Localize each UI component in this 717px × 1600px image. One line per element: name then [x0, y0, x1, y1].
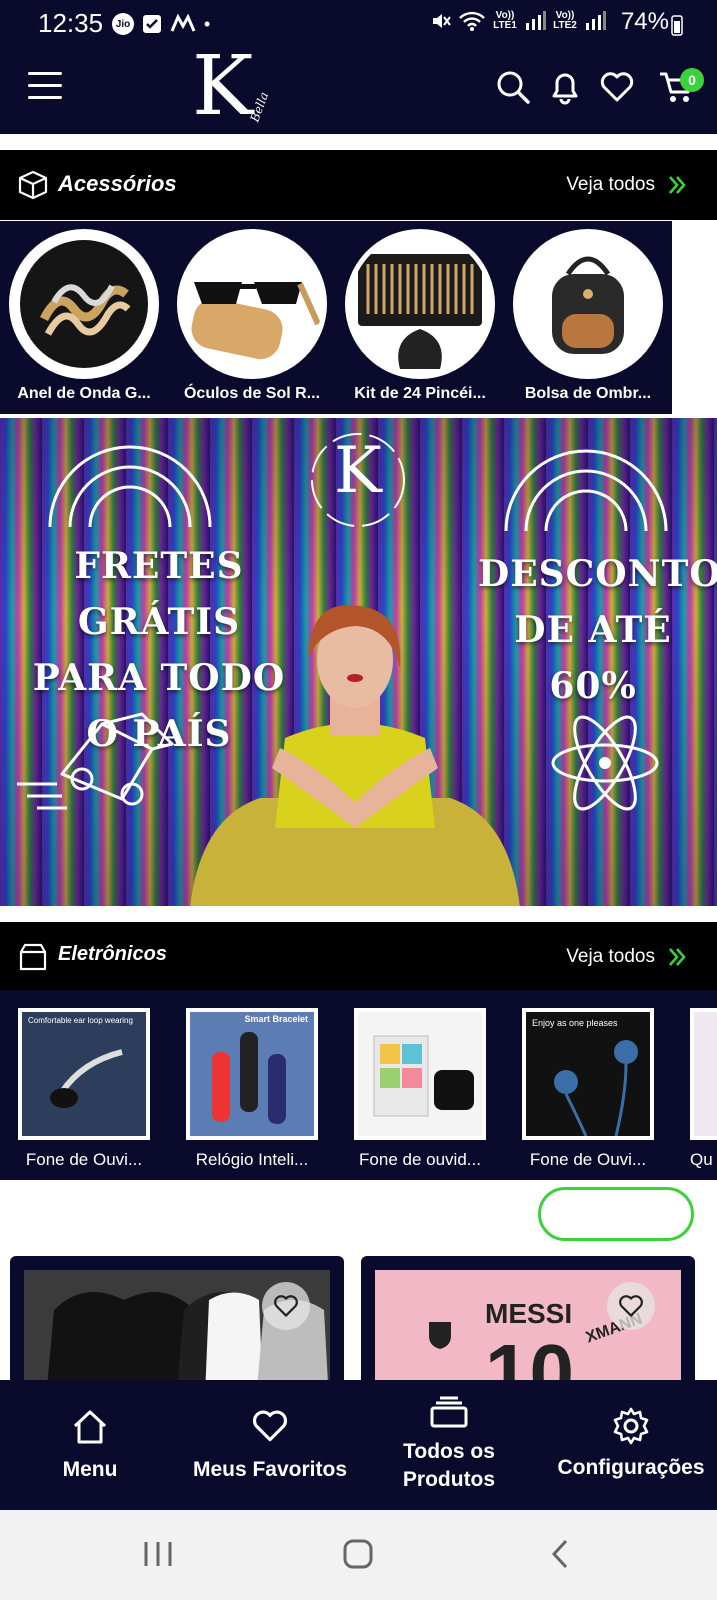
hamburger-menu-icon[interactable] [28, 72, 62, 102]
item-label: Bolsa de Ombr... [524, 385, 652, 402]
status-time: 12:35 [38, 8, 104, 38]
nav-settings[interactable]: Configurações [548, 1380, 714, 1510]
signal-arcs-right-icon [504, 449, 668, 532]
home-button-icon[interactable] [342, 1538, 374, 1570]
product-thumbnail [354, 1008, 486, 1140]
volte1-label: Vo)) LTE1 [493, 10, 517, 31]
item-label: Fone de ouvid... [359, 1150, 481, 1169]
nav-menu[interactable]: Menu [40, 1380, 140, 1510]
signal1-icon [526, 11, 546, 30]
nav-label: Meus Favoritos [192, 1458, 348, 1481]
check-icon [143, 15, 161, 33]
accessories-section-header: Acessórios Veja todos [0, 150, 717, 220]
product-thumbnail [690, 1008, 717, 1140]
product-thumbnail: Enjoy as one pleases [522, 1008, 654, 1140]
product-thumbnail [9, 229, 159, 379]
m-icon [170, 14, 196, 32]
accessory-item[interactable]: Kit de 24 Pincéi... [345, 229, 495, 403]
heart-icon [274, 1295, 298, 1317]
electronics-carousel[interactable]: Comfortable ear loop wearing Fone de Ouv… [0, 990, 717, 1180]
status-right-icons: Vo)) LTE1 Vo)) LTE2 [430, 10, 606, 32]
bell-icon[interactable] [546, 68, 584, 106]
double-chevron-right-icon[interactable] [667, 174, 687, 196]
product-thumbnail [345, 229, 495, 379]
product-thumbnail: Smart Bracelet [186, 1008, 318, 1140]
back-icon[interactable] [548, 1538, 572, 1570]
battery-icon [671, 15, 683, 36]
thumb-caption: Comfortable ear loop wearing [28, 1016, 133, 1025]
status-dot: • [204, 13, 211, 34]
electronics-section-header: Eletrônicos Veja todos [0, 922, 717, 992]
thumb-caption: Enjoy as one pleases [532, 1018, 618, 1028]
brand-logo[interactable]: K Bella [186, 39, 276, 134]
item-label: Relógio Inteli... [195, 1150, 309, 1169]
open-box-icon [19, 943, 47, 971]
item-label: Fone de Ouvi... [529, 1150, 647, 1169]
section-title: Acessórios [58, 171, 177, 196]
system-navigation-bar [0, 1510, 717, 1600]
promo-banner[interactable]: K FRETES GRÁTIS PARA TODO O PAÍS DESCONT… [0, 418, 717, 906]
gear-icon [613, 1407, 649, 1445]
see-all-link[interactable]: Veja todos [566, 174, 655, 196]
jersey-text: MESSI [485, 1298, 573, 1329]
delivery-truck-icon [17, 712, 174, 810]
banner-right-line1: DESCONTOS [478, 553, 717, 595]
item-label: Qu [690, 1150, 713, 1169]
shield-icon [429, 1322, 451, 1349]
banner-logo-letter: K [334, 434, 382, 508]
nav-all-products[interactable]: Todos os Produtos [384, 1380, 514, 1510]
bottom-navigation: Menu Meus Favoritos Todos os Produtos Co… [0, 1380, 717, 1510]
product-thumbnail [513, 229, 663, 379]
signal-arcs-left-icon [48, 445, 212, 528]
nav-label: Configurações [557, 1456, 705, 1479]
heart-icon [253, 1410, 287, 1442]
status-bar: 12:35 Jio • Vo)) LTE1 Vo)) LTE2 74% [0, 0, 717, 48]
see-all-link[interactable]: Veja todos [566, 946, 655, 968]
heart-icon[interactable] [598, 68, 636, 106]
accessory-item[interactable]: Bolsa de Ombr... [513, 229, 663, 403]
cart-count-badge: 0 [680, 68, 704, 92]
search-icon[interactable] [494, 68, 532, 106]
mute-icon [433, 14, 451, 28]
electronic-item[interactable]: Enjoy as one pleases Fone de Ouvi... [522, 1008, 654, 1170]
notification-icons: Jio • [112, 12, 210, 36]
model-photo [190, 605, 520, 906]
recent-apps-icon[interactable] [142, 1538, 174, 1570]
favorite-button[interactable] [262, 1282, 310, 1330]
nav-label-line1: Todos os [403, 1440, 495, 1463]
section-title: Eletrônicos [58, 943, 167, 965]
item-label: Kit de 24 Pincéi... [354, 385, 486, 402]
electronic-item[interactable]: Qu [690, 1008, 717, 1170]
accessories-carousel[interactable]: Anel de Onda G... Óculos de Sol R... Kit… [0, 221, 672, 414]
nav-favorites[interactable]: Meus Favoritos [180, 1380, 360, 1510]
stacked-boxes-icon [430, 1396, 468, 1428]
electronic-item[interactable]: Smart Bracelet Relógio Inteli... [186, 1008, 318, 1170]
outlined-pill-button[interactable] [538, 1187, 694, 1241]
item-label: Fone de Ouvi... [25, 1150, 143, 1169]
logo-letter: K [192, 39, 254, 134]
item-label: Óculos de Sol R... [183, 385, 321, 402]
electronic-item[interactable]: Fone de ouvid... [354, 1008, 486, 1170]
product-thumbnail: Comfortable ear loop wearing [18, 1008, 150, 1140]
nav-label: Menu [62, 1458, 118, 1481]
accessory-item[interactable]: Anel de Onda G... [9, 229, 159, 403]
heart-icon [619, 1295, 643, 1317]
nav-label-line2: Produtos [402, 1468, 496, 1491]
signal2-icon [586, 11, 606, 30]
product-thumbnail [177, 229, 327, 379]
favorite-button[interactable] [607, 1282, 655, 1330]
double-chevron-right-icon[interactable] [667, 946, 687, 968]
accessory-item[interactable]: Óculos de Sol R... [177, 229, 327, 403]
wifi-icon [459, 11, 485, 31]
volte2-label: Vo)) LTE2 [553, 10, 577, 31]
electronic-item[interactable]: Comfortable ear loop wearing Fone de Ouv… [18, 1008, 150, 1170]
item-label: Anel de Onda G... [17, 385, 151, 402]
box-icon [18, 170, 48, 200]
home-icon [73, 1410, 107, 1444]
thumb-caption: Smart Bracelet [244, 1014, 308, 1024]
jio-icon: Jio [112, 13, 134, 35]
battery-level: 74% [620, 8, 669, 35]
app-bar: K Bella [0, 42, 717, 134]
atom-icon [551, 715, 659, 811]
